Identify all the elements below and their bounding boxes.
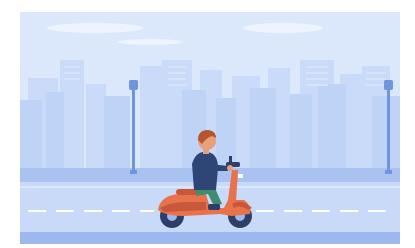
road-edge <box>20 232 400 244</box>
scooter-ride-illustration <box>0 0 415 248</box>
illustration-frame <box>0 0 415 248</box>
scene-svg <box>0 0 415 248</box>
